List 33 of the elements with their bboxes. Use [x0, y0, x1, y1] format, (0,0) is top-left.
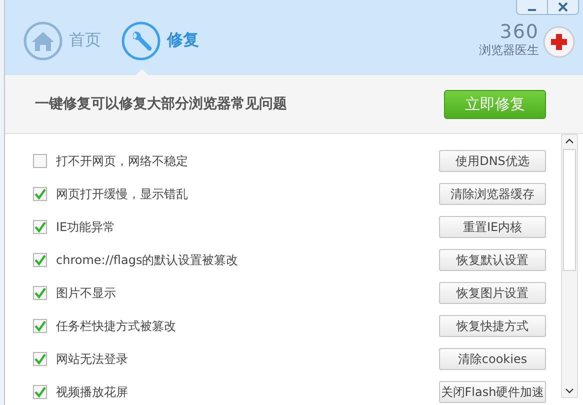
issue-label: chrome://flags的默认设置被篡改: [56, 252, 238, 268]
issue-label: 任务栏快捷方式被篡改: [56, 318, 176, 334]
scroll-thumb[interactable]: [563, 149, 576, 271]
logo-number: 360: [500, 22, 539, 42]
fix-button[interactable]: 恢复图片设置: [439, 282, 546, 304]
fix-button[interactable]: 清除cookies: [439, 348, 546, 370]
checkbox[interactable]: [33, 286, 47, 300]
checkbox[interactable]: [33, 352, 47, 366]
issue-label: 打不开网页，网络不稳定: [56, 152, 188, 170]
issue-label: IE功能异常: [56, 218, 116, 236]
banner-text: 一键修复可以修复大部分浏览器常见问题: [35, 95, 287, 113]
close-icon: [558, 2, 568, 12]
fix-button[interactable]: 关闭Flash硬件加速: [439, 381, 546, 403]
checkbox[interactable]: [33, 187, 47, 201]
checkbox[interactable]: [33, 220, 47, 234]
fix-button[interactable]: 重置IE内核: [439, 216, 546, 238]
checkbox[interactable]: [33, 154, 47, 168]
fix-button[interactable]: 清除浏览器缓存: [439, 183, 546, 205]
fix-button[interactable]: 恢复默认设置: [439, 249, 546, 271]
scrollbar[interactable]: [561, 134, 578, 398]
home-icon: [23, 20, 63, 60]
minimize-icon: [527, 9, 537, 11]
issue-label: 图片不显示: [56, 284, 116, 302]
logo-name: 浏览器医生: [479, 42, 539, 59]
fix-button[interactable]: 使用DNS优选: [439, 150, 546, 172]
checkbox[interactable]: [33, 253, 47, 267]
fix-button[interactable]: 恢复快捷方式: [439, 315, 546, 337]
issue-label: 网页打开缓慢，显示错乱: [56, 186, 188, 202]
checkbox[interactable]: [33, 385, 47, 399]
issue-label: 视频播放花屏: [56, 384, 128, 400]
wrench-icon: [121, 20, 161, 60]
issue-label: 网站无法登录: [56, 350, 128, 368]
checkbox[interactable]: [33, 319, 47, 333]
